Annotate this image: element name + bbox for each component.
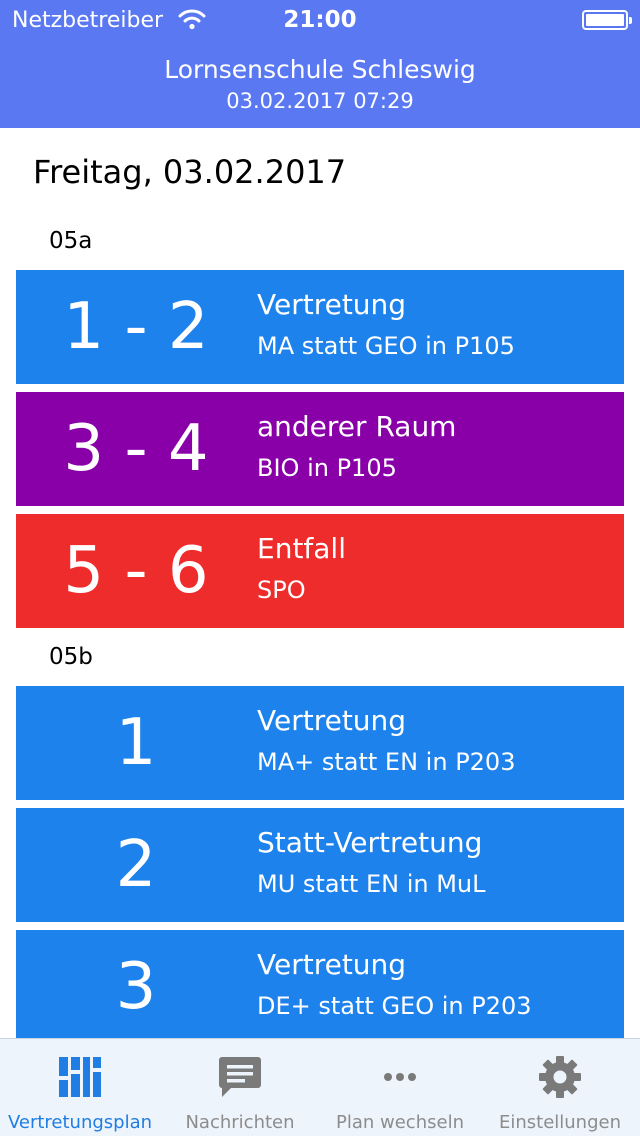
entry-type: Statt-Vertretung [257,826,483,859]
last-updated: 03.02.2017 07:29 [226,89,414,113]
substitution-entry[interactable]: 1 - 2 Vertretung MA statt GEO in P105 [16,270,624,384]
entry-type: anderer Raum [257,410,457,443]
entry-detail: SPO [257,576,306,604]
entry-detail: MA statt GEO in P105 [257,332,515,360]
tab-einstellungen[interactable]: Einstellungen [480,1039,640,1137]
dashboard-icon [59,1057,101,1097]
substitution-entry[interactable]: 3 Vertretung DE+ statt GEO in P203 [16,930,624,1038]
entry-detail: BIO in P105 [257,454,397,482]
entry-detail: MU statt EN in MuL [257,870,486,898]
entry-type: Vertretung [257,948,407,981]
tab-vertretungsplan[interactable]: Vertretungsplan [0,1039,160,1137]
entry-type: Vertretung [257,704,407,737]
tab-nachrichten[interactable]: Nachrichten [160,1039,320,1137]
substitution-list[interactable]: Freitag, 03.02.2017 05a 1 - 2 Vertretung… [0,128,640,1038]
class-label: 05b [49,644,93,670]
school-title: Lornsenschule Schleswig [164,55,476,84]
more-icon [384,1073,416,1081]
tab-label: Plan wechseln [336,1112,464,1133]
entry-period: 1 - 2 [63,290,209,364]
tab-label: Nachrichten [185,1112,295,1133]
class-label: 05a [49,228,93,254]
battery-icon [582,10,632,30]
substitution-entry[interactable]: 1 Vertretung MA+ statt EN in P203 [16,686,624,800]
substitution-entry[interactable]: 3 - 4 anderer Raum BIO in P105 [16,392,624,506]
substitution-entry[interactable]: 5 - 6 Entfall SPO [16,514,624,628]
entry-period: 1 [115,706,157,780]
status-time: 21:00 [283,7,357,33]
status-bar: Netzbetreiber 21:00 [0,0,640,40]
entry-type: Entfall [257,532,346,565]
entry-period: 3 - 4 [63,412,209,486]
tab-label: Vertretungsplan [7,1112,153,1133]
entry-type: Vertretung [257,288,407,321]
app-header: Netzbetreiber 21:00 Lornsenschule Schles… [0,0,640,128]
substitution-entry[interactable]: 2 Statt-Vertretung MU statt EN in MuL [16,808,624,922]
tab-bar: Vertretungsplan Nachrichten Plan wechsel… [0,1038,640,1136]
tab-plan-wechseln[interactable]: Plan wechseln [320,1039,480,1137]
tab-label: Einstellungen [498,1112,622,1133]
entry-detail: DE+ statt GEO in P203 [257,992,532,1020]
day-heading: Freitag, 03.02.2017 [33,153,347,191]
entry-period: 3 [115,950,157,1024]
entry-period: 5 - 6 [63,534,209,608]
gear-icon [539,1056,581,1098]
entry-period: 2 [115,828,157,902]
message-icon [219,1057,261,1097]
entry-detail: MA+ statt EN in P203 [257,748,516,776]
